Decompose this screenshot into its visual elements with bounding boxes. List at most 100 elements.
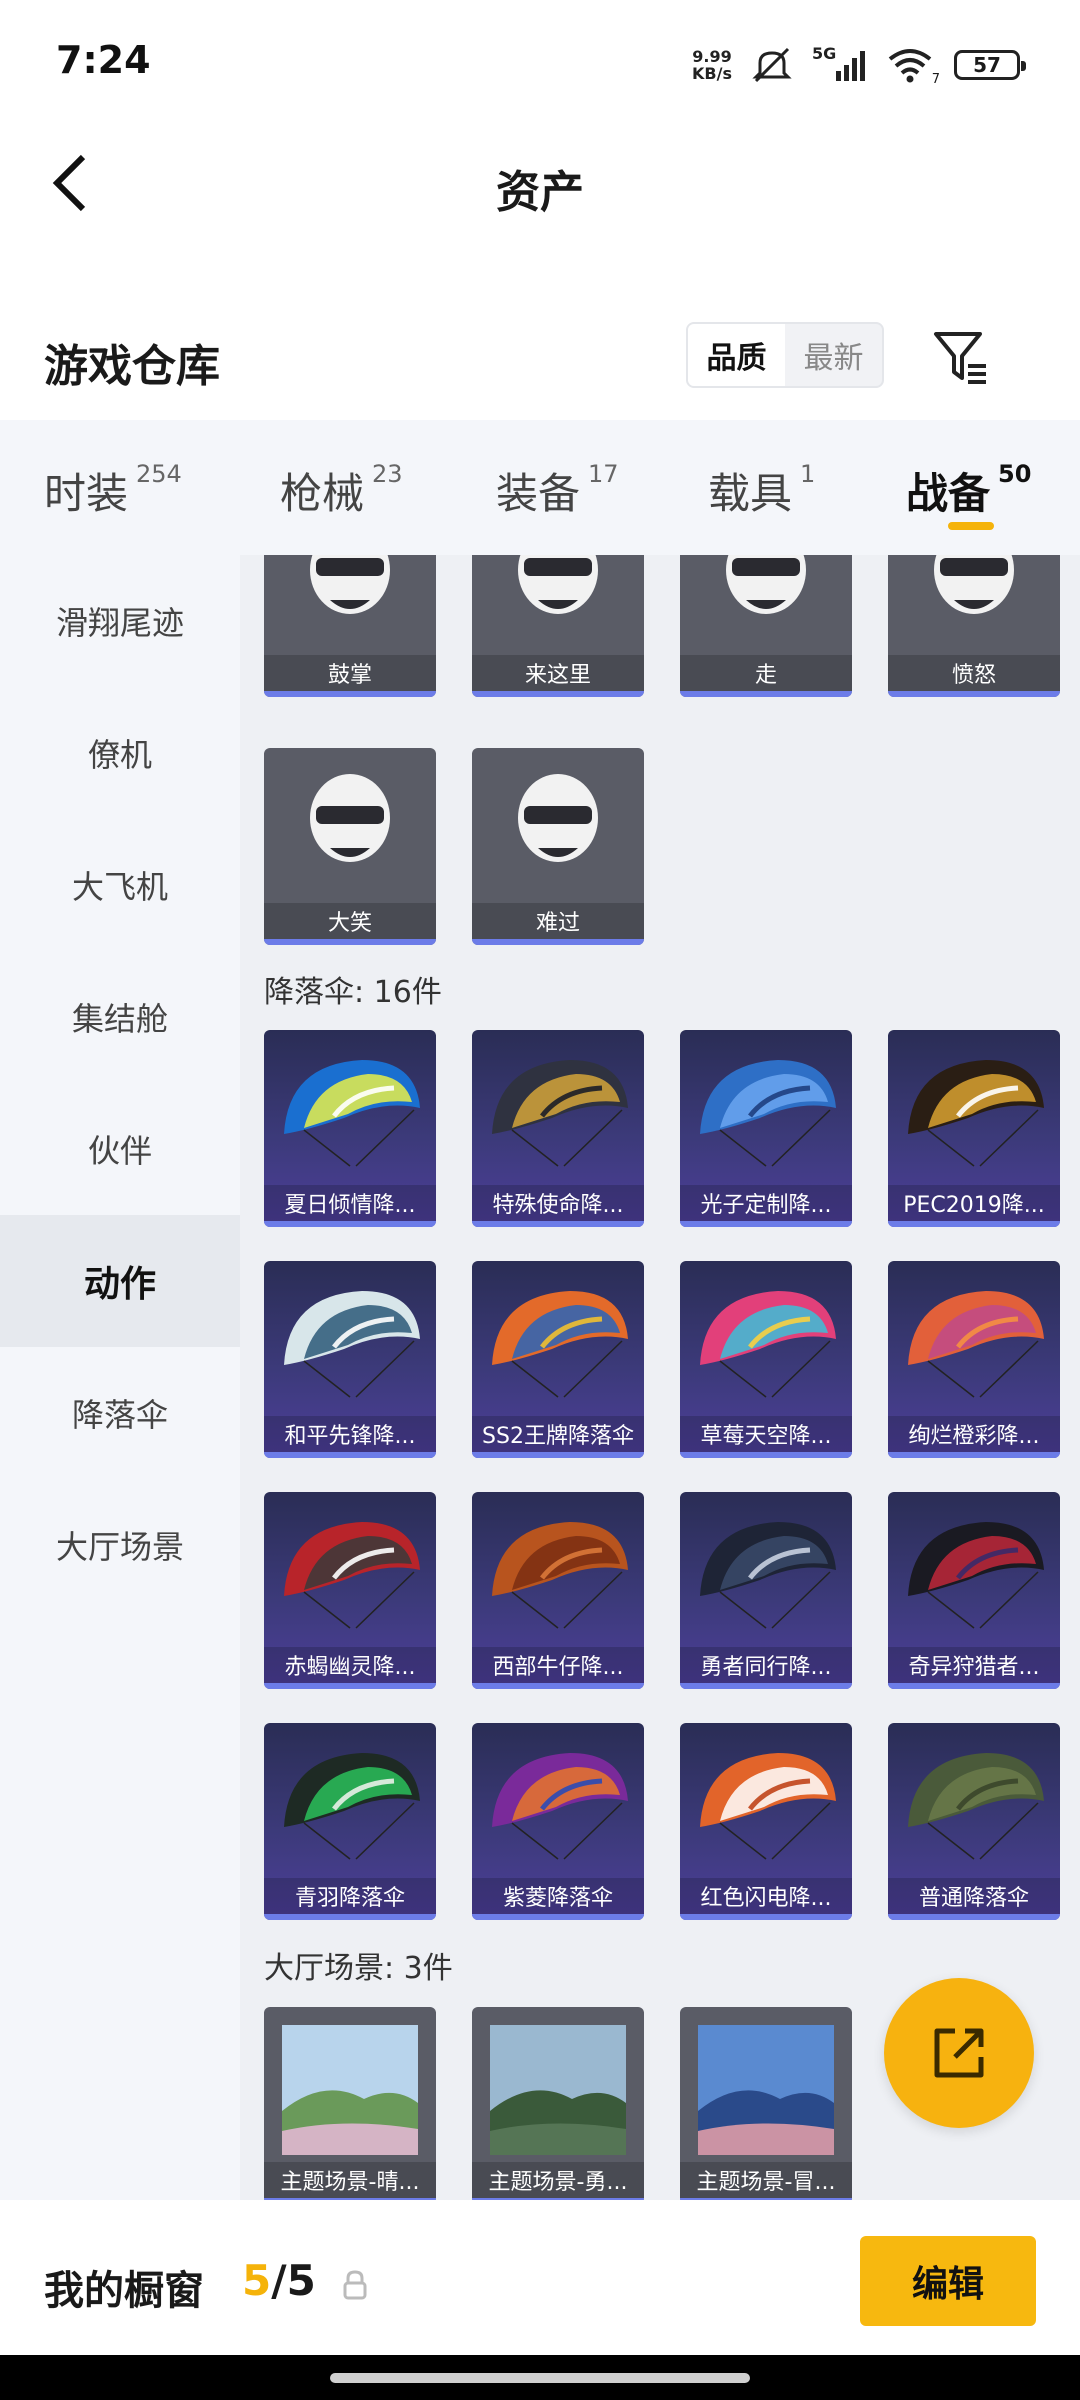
item-name: 青羽降落伞 [264,1878,436,1914]
parachute-tile[interactable]: 绚烂橙彩降... [888,1261,1060,1458]
rarity-bar [888,1452,1060,1458]
parachute-tile[interactable]: 奇异狩猎者... [888,1492,1060,1689]
scene-tile[interactable]: 主题场景-晴... [264,2007,436,2200]
sidebar-item-pod[interactable]: 集结舱 [0,951,240,1083]
home-indicator[interactable] [330,2373,750,2383]
emote-tile[interactable]: 来这里 [472,555,644,697]
sidebar-item-glide-trail[interactable]: 滑翔尾迹 [0,555,240,687]
item-name: 走 [680,655,852,691]
tab-count: 23 [372,460,403,488]
system-nav-bar [0,2355,1080,2400]
parachute-icon [700,1291,836,1398]
scene-tile[interactable]: 主题场景-勇... [472,2007,644,2200]
parachute-tile[interactable]: 勇者同行降... [680,1492,852,1689]
app-header: 资产 [0,130,1080,240]
parachute-tile[interactable]: 西部牛仔降... [472,1492,644,1689]
tab-fashion[interactable]: 时装 254 [44,460,182,521]
tab-combat-gear[interactable]: 战备 50 [906,460,1031,521]
rarity-bar [472,1452,644,1458]
showcase-total: 5 [286,2256,316,2305]
parachute-icon [700,1522,836,1629]
showcase-current: 5 [242,2256,272,2305]
sidebar-item-emotes[interactable]: 动作 [0,1215,240,1347]
emote-tile[interactable]: 愤怒 [888,555,1060,697]
filter-button[interactable] [930,326,994,390]
come-here-icon [518,555,598,614]
sidebar-item-companion[interactable]: 伙伴 [0,1083,240,1215]
scene-tile[interactable]: 主题场景-冒... [680,2007,852,2200]
warehouse-header: 游戏仓库 品质 最新 [0,300,1080,420]
rarity-bar [472,1914,644,1920]
showcase-separator: / [271,2256,287,2305]
page-title: 资产 [496,167,584,218]
tab-count: 50 [998,460,1032,488]
item-name: 主题场景-勇... [472,2162,644,2198]
item-name: 来这里 [472,655,644,691]
subcategory-sidebar: 滑翔尾迹 僚机 大飞机 集结舱 伙伴 动作 降落伞 大厅场景 [0,555,240,2200]
external-link-icon [934,2028,984,2078]
angry-icon [934,555,1014,614]
parachute-icon [908,1522,1044,1629]
parachute-tile[interactable]: 紫菱降落伞 [472,1723,644,1920]
edit-button[interactable]: 编辑 [860,2236,1036,2326]
tab-vehicles[interactable]: 载具 1 [708,460,815,521]
parachute-tile[interactable]: 和平先锋降... [264,1261,436,1458]
parachute-icon [284,1291,420,1398]
parachute-tile[interactable]: 特殊使命降... [472,1030,644,1227]
sidebar-item-airplane[interactable]: 大飞机 [0,819,240,951]
rarity-bar [264,1683,436,1689]
item-name: 鼓掌 [264,655,436,691]
rarity-bar [680,1683,852,1689]
lock-icon [343,2270,367,2300]
item-name: 普通降落伞 [888,1878,1060,1914]
parachute-icon [492,1291,628,1398]
item-name: 光子定制降... [680,1185,852,1221]
rarity-bar [888,691,1060,697]
parachute-tile[interactable]: SS2王牌降落伞 [472,1261,644,1458]
rarity-bar [472,1683,644,1689]
network-type: 5G [812,45,836,63]
active-tab-indicator [948,522,994,530]
parachute-icon [908,1291,1044,1398]
parachute-tile[interactable]: PEC2019降... [888,1030,1060,1227]
tab-equipment[interactable]: 装备 17 [496,460,619,521]
tab-label: 时装 [44,469,129,518]
rarity-bar [264,1221,436,1227]
rarity-bar [264,691,436,697]
tab-label: 装备 [496,469,581,518]
parachute-section-label: 降落伞: 16件 [264,975,442,1010]
parachute-tile[interactable]: 光子定制降... [680,1030,852,1227]
sidebar-item-wingman[interactable]: 僚机 [0,687,240,819]
rarity-bar [888,1221,1060,1227]
landscape-icon [282,2025,418,2155]
emote-tile[interactable]: 走 [680,555,852,697]
share-button[interactable] [884,1978,1034,2128]
rarity-bar [264,1452,436,1458]
sidebar-item-parachute[interactable]: 降落伞 [0,1347,240,1479]
parachute-icon [700,1060,836,1167]
sidebar-item-lobby-scene[interactable]: 大厅场景 [0,1479,240,1611]
item-name: 西部牛仔降... [472,1647,644,1683]
emote-tile[interactable]: 难过 [472,748,644,945]
parachute-tile[interactable]: 红色闪电降... [680,1723,852,1920]
parachute-tile[interactable]: 草莓天空降... [680,1261,852,1458]
mute-icon [752,47,792,83]
parachute-tile[interactable]: 青羽降落伞 [264,1723,436,1920]
parachute-tile[interactable]: 普通降落伞 [888,1723,1060,1920]
item-grid: 鼓掌 来这里走愤怒大笑 难过 降落伞: 16件 夏日倾情降... 特殊使命降... 光子… [240,555,1080,2200]
emote-tile[interactable]: 鼓掌 [264,555,436,697]
wifi-badge: 7 [931,72,940,87]
emote-tile[interactable]: 大笑 [264,748,436,945]
item-name: 主题场景-冒... [680,2162,852,2198]
rarity-bar [888,1914,1060,1920]
tab-weapons[interactable]: 枪械 23 [280,460,403,521]
parachute-tile[interactable]: 夏日倾情降... [264,1030,436,1227]
tab-label: 枪械 [280,469,365,518]
filter-icon [934,332,986,384]
rarity-bar [472,691,644,697]
sort-newest-button[interactable]: 最新 [785,324,882,386]
tab-count: 254 [136,460,182,488]
parachute-tile[interactable]: 赤蝎幽灵降... [264,1492,436,1689]
scene-section-label: 大厅场景: 3件 [264,1951,453,1986]
sort-quality-button[interactable]: 品质 [688,324,785,386]
